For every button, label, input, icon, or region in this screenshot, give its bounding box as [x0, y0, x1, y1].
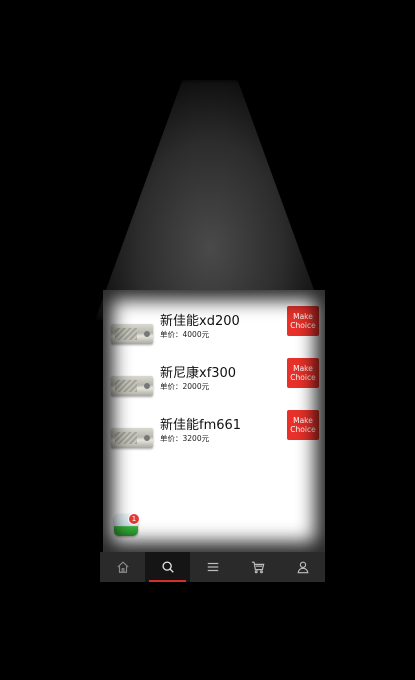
- search-icon: [161, 561, 174, 573]
- tab-menu[interactable]: [190, 552, 235, 582]
- product-name: 新佳能xd200: [160, 314, 240, 329]
- camera-thumbnail: [111, 428, 153, 448]
- product-price: 单价：4000元: [160, 330, 210, 339]
- list-item[interactable]: 新尼康xf300 单价：2000元 Make Choice: [103, 358, 325, 406]
- notification-badge: 1: [128, 513, 140, 525]
- home-icon: [116, 561, 129, 573]
- make-choice-button[interactable]: Make Choice: [287, 306, 319, 336]
- product-price: 单价：2000元: [160, 382, 210, 391]
- list-item[interactable]: 新佳能xd200 单价：4000元 Make Choice: [103, 306, 325, 354]
- tab-cart[interactable]: [235, 552, 280, 582]
- cart-icon: [251, 561, 264, 574]
- bottom-tab-bar: [100, 552, 325, 582]
- tab-search[interactable]: [145, 552, 190, 582]
- product-name: 新尼康xf300: [160, 366, 237, 381]
- product-list-panel: 新佳能xd200 单价：4000元 Make Choice 新尼康xf300 单…: [103, 290, 325, 552]
- tab-home[interactable]: [100, 552, 145, 582]
- tab-user[interactable]: [280, 552, 325, 582]
- product-price: 单价：3200元: [160, 434, 210, 443]
- list-item[interactable]: 新佳能fm661 单价：3200元 Make Choice: [103, 410, 325, 458]
- make-choice-button[interactable]: Make Choice: [287, 410, 319, 440]
- camera-thumbnail: [111, 324, 153, 344]
- game-center-icon[interactable]: 1: [114, 513, 140, 536]
- product-name: 新佳能fm661: [160, 418, 242, 433]
- user-icon: [297, 561, 308, 574]
- menu-icon: [207, 562, 218, 572]
- spotlight-background: [95, 80, 325, 320]
- camera-thumbnail: [111, 376, 153, 396]
- make-choice-button[interactable]: Make Choice: [287, 358, 319, 388]
